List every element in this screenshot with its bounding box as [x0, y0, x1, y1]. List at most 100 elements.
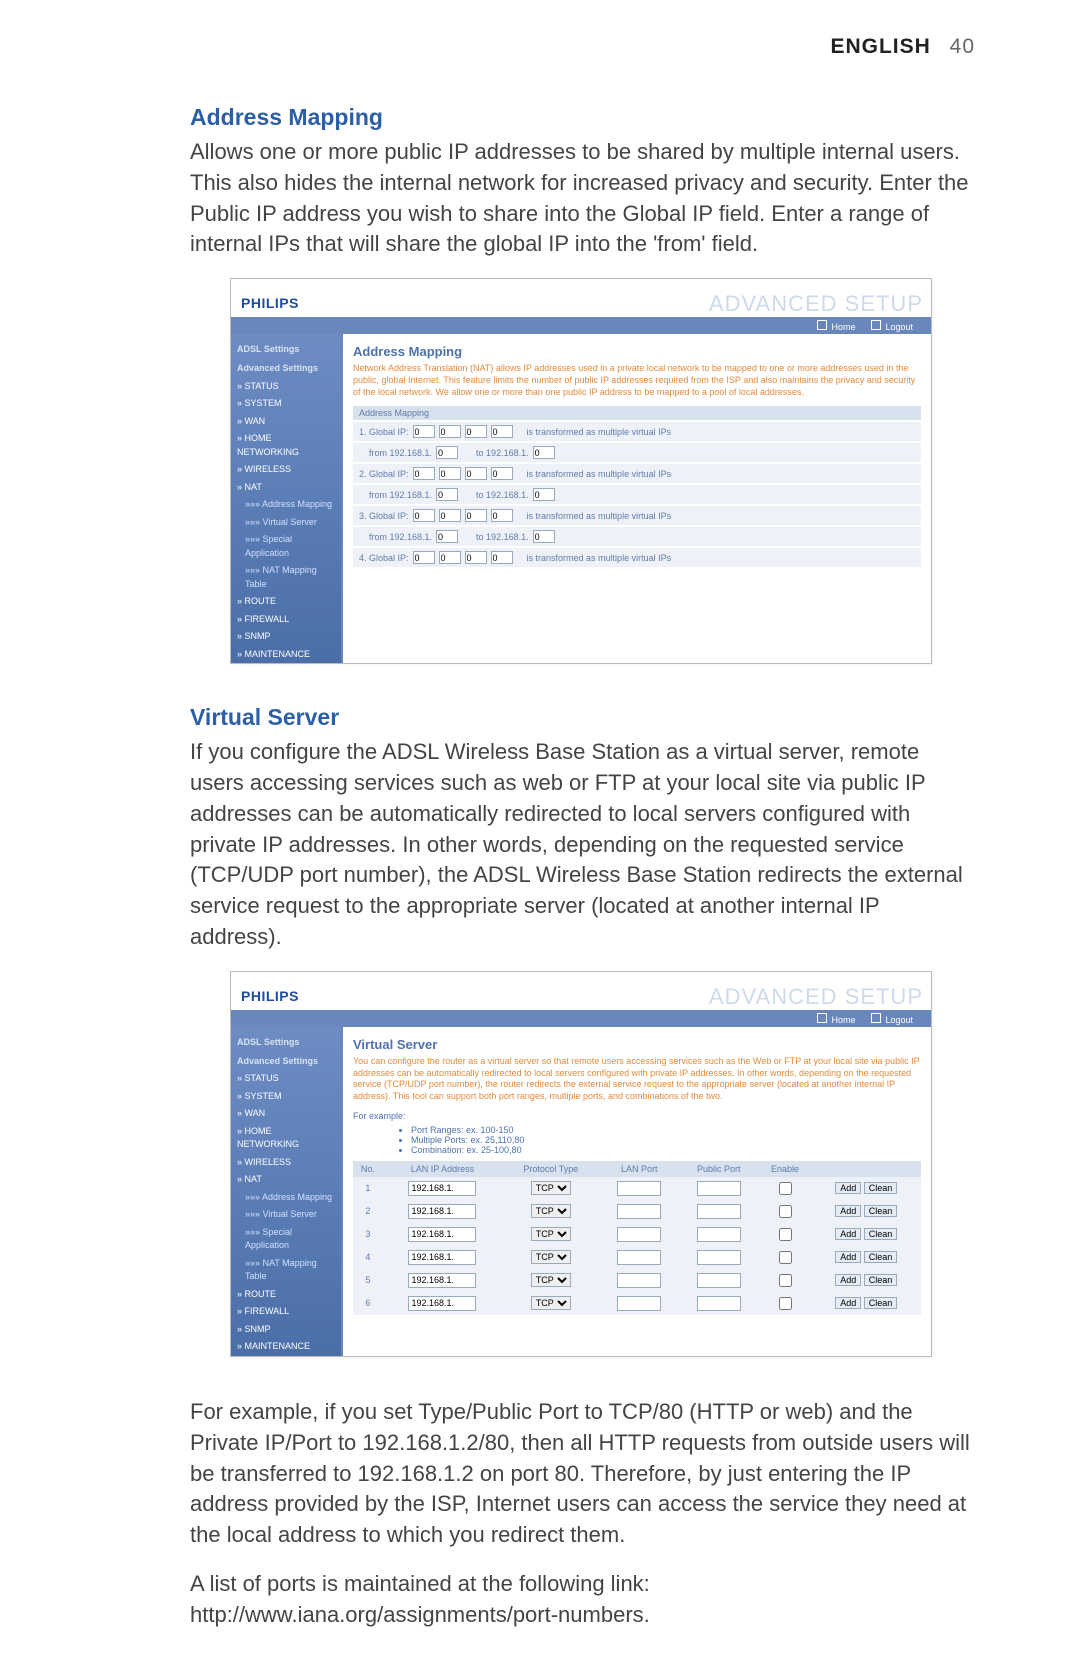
sidebar-item-status[interactable]: » STATUS	[231, 1070, 341, 1088]
sidebar-item-nat[interactable]: » NAT	[231, 479, 341, 497]
from-ip-last[interactable]	[436, 446, 458, 459]
global-ip-octet[interactable]	[413, 467, 435, 480]
sidebar-item-status[interactable]: » STATUS	[231, 378, 341, 396]
to-ip-last[interactable]	[533, 530, 555, 543]
sidebar-item-system[interactable]: » SYSTEM	[231, 395, 341, 413]
public-port-input[interactable]	[697, 1273, 741, 1288]
enable-checkbox[interactable]	[779, 1205, 792, 1218]
th-lan-port: LAN Port	[600, 1161, 679, 1177]
lan-ip-input[interactable]	[408, 1181, 476, 1196]
global-ip-octet[interactable]	[439, 467, 461, 480]
sidebar-item-nat-mapping-table[interactable]: »»» NAT Mapping Table	[231, 562, 341, 593]
sidebar-item-system[interactable]: » SYSTEM	[231, 1088, 341, 1106]
sidebar-item-wireless[interactable]: » WIRELESS	[231, 461, 341, 479]
global-ip-octet[interactable]	[413, 509, 435, 522]
enable-checkbox[interactable]	[779, 1251, 792, 1264]
add-button[interactable]: Add	[835, 1251, 861, 1263]
sidebar-item-wan[interactable]: » WAN	[231, 1105, 341, 1123]
sidebar-item-nat-mapping-table[interactable]: »»» NAT Mapping Table	[231, 1255, 341, 1286]
protocol-select[interactable]: TCP	[531, 1227, 571, 1241]
logout-link[interactable]: Logout	[871, 1013, 913, 1025]
sidebar-item-virtual-server[interactable]: »»» Virtual Server	[231, 1206, 341, 1224]
clean-button[interactable]: Clean	[864, 1205, 898, 1217]
global-ip-octet[interactable]	[491, 467, 513, 480]
lan-ip-input[interactable]	[408, 1204, 476, 1219]
home-link[interactable]: Home	[817, 320, 855, 332]
enable-checkbox[interactable]	[779, 1274, 792, 1287]
sidebar-item-maintenance[interactable]: » MAINTENANCE	[231, 1338, 341, 1356]
lan-ip-input[interactable]	[408, 1296, 476, 1311]
sidebar-item-virtual-server[interactable]: »»» Virtual Server	[231, 514, 341, 532]
global-ip-octet[interactable]	[439, 551, 461, 564]
to-ip-last[interactable]	[533, 446, 555, 459]
sidebar-hd1: ADSL Settings	[231, 340, 341, 359]
sidebar-item-home-networking[interactable]: » HOME NETWORKING	[231, 1123, 341, 1154]
clean-button[interactable]: Clean	[864, 1251, 898, 1263]
global-ip-octet[interactable]	[439, 509, 461, 522]
home-link[interactable]: Home	[817, 1013, 855, 1025]
global-ip-octet[interactable]	[439, 425, 461, 438]
protocol-select[interactable]: TCP	[531, 1204, 571, 1218]
public-port-input[interactable]	[697, 1181, 741, 1196]
clean-button[interactable]: Clean	[864, 1182, 898, 1194]
sidebar-item-firewall[interactable]: » FIREWALL	[231, 611, 341, 629]
from-ip-last[interactable]	[436, 488, 458, 501]
page-header: ENGLISH 40	[190, 35, 975, 59]
lan-ip-input[interactable]	[408, 1227, 476, 1242]
global-ip-octet[interactable]	[491, 425, 513, 438]
from-ip-last[interactable]	[436, 530, 458, 543]
global-ip-octet[interactable]	[465, 509, 487, 522]
clean-button[interactable]: Clean	[864, 1228, 898, 1240]
protocol-select[interactable]: TCP	[531, 1181, 571, 1195]
sidebar-item-wan[interactable]: » WAN	[231, 413, 341, 431]
to-ip-last[interactable]	[533, 488, 555, 501]
enable-checkbox[interactable]	[779, 1297, 792, 1310]
add-button[interactable]: Add	[835, 1297, 861, 1309]
protocol-select[interactable]: TCP	[531, 1296, 571, 1310]
add-button[interactable]: Add	[835, 1274, 861, 1286]
lan-ip-input[interactable]	[408, 1273, 476, 1288]
enable-checkbox[interactable]	[779, 1228, 792, 1241]
lan-port-input[interactable]	[617, 1273, 661, 1288]
logout-link[interactable]: Logout	[871, 320, 913, 332]
global-ip-octet[interactable]	[413, 425, 435, 438]
global-ip-octet[interactable]	[465, 425, 487, 438]
lan-ip-input[interactable]	[408, 1250, 476, 1265]
public-port-input[interactable]	[697, 1296, 741, 1311]
global-ip-octet[interactable]	[491, 509, 513, 522]
sidebar-item-nat[interactable]: » NAT	[231, 1171, 341, 1189]
sidebar-item-wireless[interactable]: » WIRELESS	[231, 1154, 341, 1172]
public-port-input[interactable]	[697, 1204, 741, 1219]
add-button[interactable]: Add	[835, 1205, 861, 1217]
lan-port-input[interactable]	[617, 1296, 661, 1311]
sidebar-item-firewall[interactable]: » FIREWALL	[231, 1303, 341, 1321]
public-port-input[interactable]	[697, 1250, 741, 1265]
global-ip-octet[interactable]	[491, 551, 513, 564]
sidebar-item-special-application[interactable]: »»» Special Application	[231, 1224, 341, 1255]
sidebar-item-route[interactable]: » ROUTE	[231, 1286, 341, 1304]
global-ip-octet[interactable]	[413, 551, 435, 564]
public-port-input[interactable]	[697, 1227, 741, 1242]
lan-port-input[interactable]	[617, 1227, 661, 1242]
add-button[interactable]: Add	[835, 1182, 861, 1194]
protocol-select[interactable]: TCP	[531, 1250, 571, 1264]
protocol-select[interactable]: TCP	[531, 1273, 571, 1287]
sidebar-item-snmp[interactable]: » SNMP	[231, 628, 341, 646]
enable-checkbox[interactable]	[779, 1182, 792, 1195]
global-ip-octet[interactable]	[465, 467, 487, 480]
lan-port-input[interactable]	[617, 1250, 661, 1265]
lan-port-input[interactable]	[617, 1181, 661, 1196]
lan-port-input[interactable]	[617, 1204, 661, 1219]
clean-button[interactable]: Clean	[864, 1297, 898, 1309]
sidebar-item-address-mapping[interactable]: »»» Address Mapping	[231, 1189, 341, 1207]
sidebar-item-snmp[interactable]: » SNMP	[231, 1321, 341, 1339]
sidebar-item-maintenance[interactable]: » MAINTENANCE	[231, 646, 341, 664]
add-button[interactable]: Add	[835, 1228, 861, 1240]
sidebar-item-home-networking[interactable]: » HOME NETWORKING	[231, 430, 341, 461]
sidebar-item-address-mapping[interactable]: »»» Address Mapping	[231, 496, 341, 514]
sidebar-item-special-application[interactable]: »»» Special Application	[231, 531, 341, 562]
global-ip-octet[interactable]	[465, 551, 487, 564]
clean-button[interactable]: Clean	[864, 1274, 898, 1286]
sidebar-item-route[interactable]: » ROUTE	[231, 593, 341, 611]
bullet-multiple-ports: Multiple Ports: ex. 25,110,80	[411, 1135, 921, 1145]
